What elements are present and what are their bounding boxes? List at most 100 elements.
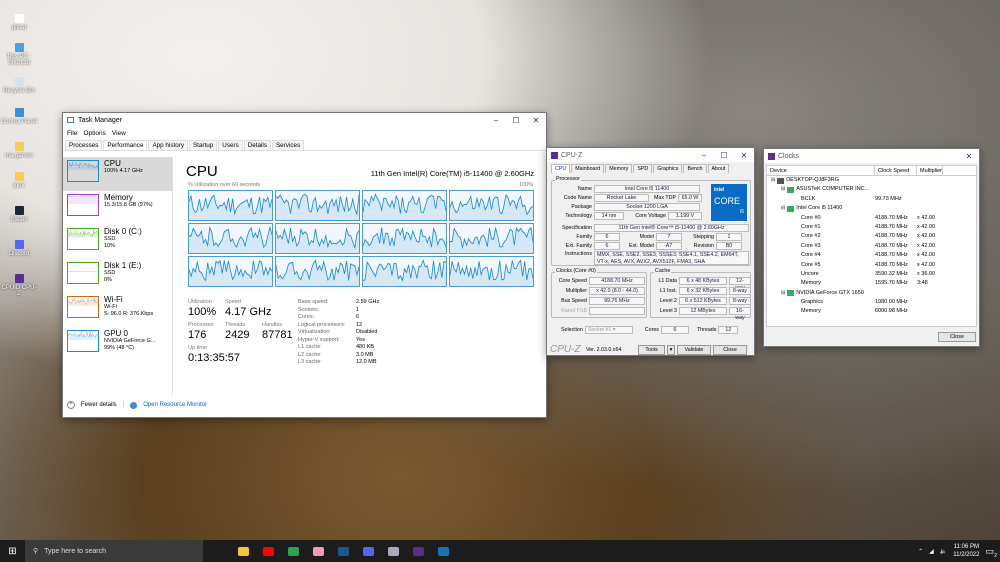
tree-row[interactable]: ⊟ DESKTOP-QJ8F3RG xyxy=(767,176,976,185)
taskbar-app-steam[interactable] xyxy=(331,540,356,562)
tools-dropdown[interactable]: ▾ xyxy=(667,344,675,355)
taskbar-app-youtube[interactable] xyxy=(256,540,281,562)
resource-disk[interactable]: Disk 0 (C:) SSD 10% xyxy=(63,225,172,259)
tree-row[interactable]: Uncore 3590.32 MHz x 36.00 xyxy=(767,270,976,279)
tools-button[interactable]: Tools xyxy=(638,344,665,355)
start-button[interactable]: ⊞ xyxy=(0,540,25,562)
cores-field: 6 xyxy=(660,326,689,334)
column-header[interactable]: Clock Speed xyxy=(875,166,917,175)
taskbar-app-discord[interactable] xyxy=(356,540,381,562)
taskbar-app-octopus-app[interactable] xyxy=(306,540,331,562)
tab-processes[interactable]: Processes xyxy=(65,140,103,150)
taskbar-app-task-manager[interactable] xyxy=(381,540,406,562)
tree-row[interactable]: Core #4 4188.70 MHz x 42.00 xyxy=(767,251,976,260)
validate-button[interactable]: Validate xyxy=(677,344,711,355)
close-button[interactable]: ✕ xyxy=(734,151,754,160)
device-name: Uncore xyxy=(801,270,819,277)
tab-about[interactable]: About xyxy=(707,164,730,173)
desktop-icon[interactable]: Control Panel xyxy=(0,108,38,125)
notification-center-icon[interactable]: ▭ 2 xyxy=(985,546,997,559)
column-header[interactable]: Multiplier xyxy=(917,166,944,175)
mini-graph xyxy=(67,228,99,250)
tree-row[interactable]: ⊟ ASUSTeK COMPUTER INC... xyxy=(767,185,976,194)
desktop-icon[interactable]: junk xyxy=(0,172,38,189)
collapse-icon[interactable]: ⊟ xyxy=(781,289,785,298)
collapse-icon[interactable]: ⊟ xyxy=(771,176,775,185)
desktop-icon[interactable]: pikad xyxy=(0,14,38,31)
tree-row[interactable]: Core #1 4188.70 MHz x 42.00 xyxy=(767,223,976,232)
socket-select[interactable]: Socket #1 ▾ xyxy=(584,326,633,334)
resource-cpu[interactable]: CPU 100% 4.17 GHz xyxy=(63,157,172,191)
multiplier: x 42.00 xyxy=(917,252,936,259)
taskbar-app-chrome[interactable] xyxy=(281,540,306,562)
tree-row[interactable]: ⊟ Intel Core i5 11400 xyxy=(767,204,976,213)
resource-name: Wi-Fi xyxy=(104,295,123,304)
codename-field: Rocket Lake xyxy=(594,194,649,202)
collapse-icon[interactable]: ⊟ xyxy=(781,204,785,213)
tab-mainboard[interactable]: Mainboard xyxy=(571,164,605,173)
shortcut-icon xyxy=(14,274,24,283)
multiplier: x 42.00 xyxy=(917,261,936,268)
tab-graphics[interactable]: Graphics xyxy=(653,164,683,173)
tree-row[interactable]: Core #5 4188.70 MHz x 42.00 xyxy=(767,261,976,270)
tab-spd[interactable]: SPD xyxy=(633,164,653,173)
menu-view[interactable]: View xyxy=(112,130,126,137)
tab-services[interactable]: Services xyxy=(271,140,305,150)
chevron-up-icon[interactable]: ^ xyxy=(67,401,75,409)
taskbar-app-cpuid[interactable] xyxy=(406,540,431,562)
minimize-button[interactable]: – xyxy=(486,116,506,125)
close-button[interactable]: ✕ xyxy=(959,152,979,161)
resource-disk[interactable]: Disk 1 (E:) SSD 0% xyxy=(63,259,172,293)
device-icon xyxy=(787,290,795,297)
tree-row[interactable]: ⊟ NVIDIA GeForce GTX 1650 xyxy=(767,289,976,298)
desktop-icon[interactable]: Steam xyxy=(0,206,38,223)
tab-app-history[interactable]: App history xyxy=(148,140,188,150)
volume-icon[interactable]: 🔈 xyxy=(940,548,947,555)
close-button[interactable]: ✕ xyxy=(526,116,546,125)
clock[interactable]: 11:06 PM 11/2/2022 xyxy=(953,543,979,559)
menu-options[interactable]: Options xyxy=(83,130,105,137)
menu-bar: File Options View xyxy=(63,127,546,140)
resource-gpu[interactable]: GPU 0 NVIDIA GeForce G... 99% (48 °C) xyxy=(63,327,172,361)
maximize-button[interactable]: ☐ xyxy=(714,151,734,160)
tree-row[interactable]: Core #3 4188.70 MHz x 42.00 xyxy=(767,242,976,251)
menu-file[interactable]: File xyxy=(67,130,77,137)
tab-bench[interactable]: Bench xyxy=(683,164,707,173)
maximize-button[interactable]: ☐ xyxy=(506,116,526,125)
tree-row[interactable]: Graphics 1980.00 MHz xyxy=(767,298,976,307)
desktop-icon[interactable]: CPUID CPU-Z xyxy=(0,274,38,297)
tab-details[interactable]: Details xyxy=(243,140,271,150)
tab-performance[interactable]: Performance xyxy=(103,140,148,150)
close-button[interactable]: Close xyxy=(713,344,747,355)
desktop-icon[interactable]: Recycle Bin xyxy=(0,77,38,94)
show-hidden-icons[interactable]: ⌃ xyxy=(918,548,923,555)
network-icon[interactable]: ◢ xyxy=(929,548,934,555)
computer-icon xyxy=(777,177,785,184)
desktop-icon[interactable]: Discord xyxy=(0,240,38,257)
tab-startup[interactable]: Startup xyxy=(188,140,218,150)
tree-row[interactable]: Core #2 4188.70 MHz x 42.00 xyxy=(767,232,976,241)
resource-memory[interactable]: Memory 15.3/15.8 GB (97%) xyxy=(63,191,172,225)
shortcut-icon xyxy=(14,172,24,181)
resource-l2: SSD xyxy=(104,270,116,276)
resource-wifi[interactable]: Wi-Fi Wi-Fi S: 96.0 R: 376 Kbps xyxy=(63,293,172,327)
collapse-icon[interactable]: ⊟ xyxy=(781,185,785,194)
desktop-icon[interactable]: ma games xyxy=(0,142,38,159)
device-name: Core #3 xyxy=(801,242,821,249)
tree-row[interactable]: Memory 1595.70 MHz 3:48 xyxy=(767,279,976,288)
tree-row[interactable]: BCLK 99.73 MHz xyxy=(767,195,976,204)
desktop-icon[interactable]: This PC - Shortcut xyxy=(0,43,38,66)
tab-cpu[interactable]: CPU xyxy=(551,164,571,173)
open-resource-monitor-link[interactable]: Open Resource Monitor xyxy=(143,402,207,408)
tab-users[interactable]: Users xyxy=(218,140,243,150)
search-box[interactable]: ⚲ Type here to search xyxy=(25,540,203,562)
minimize-button[interactable]: – xyxy=(694,151,714,160)
fewer-details-link[interactable]: Fewer details xyxy=(81,402,117,408)
tree-row[interactable]: Memory 6000.98 MHz xyxy=(767,307,976,316)
taskbar-app-file-explorer[interactable] xyxy=(231,540,256,562)
column-header[interactable]: Device xyxy=(767,166,875,175)
taskbar-app-hwinfo[interactable] xyxy=(431,540,456,562)
close-button[interactable]: Close xyxy=(938,332,976,342)
tab-memory[interactable]: Memory xyxy=(605,164,633,173)
tree-row[interactable]: Core #0 4188.70 MHz x 42.00 xyxy=(767,214,976,223)
